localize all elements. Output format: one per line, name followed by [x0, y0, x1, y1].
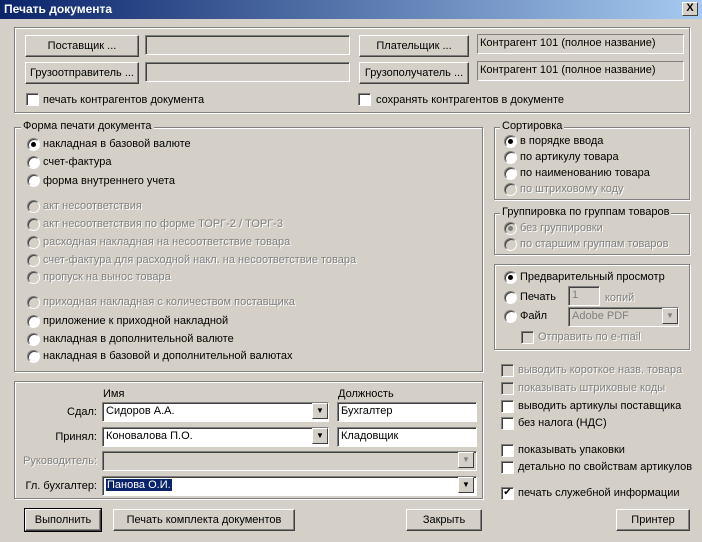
shipper-field[interactable]	[145, 62, 350, 82]
file-radio[interactable]	[504, 310, 517, 323]
position-header: Должность	[338, 388, 394, 400]
form-option-8: пропуск на вынос товара	[43, 271, 171, 283]
received-position-field[interactable]: Кладовщик	[337, 427, 477, 447]
form-radio-9[interactable]	[27, 296, 40, 309]
grouping-radio-1[interactable]	[504, 222, 517, 235]
form-radio-3[interactable]	[27, 174, 40, 187]
show-packs-label: показывать упаковки	[518, 444, 625, 456]
form-option-12: накладная в базовой и дополнительной вал…	[43, 350, 293, 362]
form-radio-4[interactable]	[27, 200, 40, 213]
barcodes-checkbox[interactable]	[501, 382, 514, 395]
print-form-legend: Форма печати документа	[21, 120, 154, 132]
form-radio-5[interactable]	[27, 218, 40, 231]
print-radio[interactable]	[504, 291, 517, 304]
form-option-6: расходная накладная на несоответствие то…	[43, 236, 291, 248]
printer-button[interactable]: Принтер	[616, 509, 690, 531]
form-option-1: накладная в базовой валюте	[43, 138, 191, 150]
row-label-received: Принял:	[55, 431, 97, 443]
form-option-4: акт несоответствия	[43, 200, 142, 212]
sort-option-4: по штриховому коду	[520, 183, 624, 195]
director-dropdown-icon[interactable]: ▼	[458, 452, 474, 468]
sort-radio-2[interactable]	[504, 151, 517, 164]
chief-accountant-select[interactable]: Панова О.И.	[102, 476, 477, 496]
file-format-dropdown-icon[interactable]: ▼	[662, 308, 678, 324]
preview-radio[interactable]	[504, 271, 517, 284]
form-option-5: акт несоответствия по форме ТОРГ-2 / ТОР…	[43, 218, 283, 230]
handed-name-select[interactable]: Сидоров А.А.	[102, 402, 329, 422]
short-name-label: выводить короткое назв. товара	[518, 364, 683, 376]
consignee-button[interactable]: Грузополучатель ...	[359, 62, 469, 84]
form-radio-1[interactable]	[27, 138, 40, 151]
payer-field: Контрагент 101 (полное название)	[477, 34, 684, 54]
send-email-checkbox[interactable]	[521, 331, 534, 344]
show-packs-checkbox[interactable]	[501, 444, 514, 457]
chief-accountant-dropdown-icon[interactable]: ▼	[458, 477, 474, 493]
sort-radio-1[interactable]	[504, 135, 517, 148]
payer-button[interactable]: Плательщик ...	[359, 35, 469, 57]
sort-legend: Сортировка	[500, 120, 565, 132]
no-vat-checkbox[interactable]	[501, 417, 514, 430]
supplier-articles-checkbox[interactable]	[501, 400, 514, 413]
handed-dropdown-icon[interactable]: ▼	[312, 403, 328, 419]
no-vat-label: без налога (НДС)	[518, 417, 607, 429]
save-parties-checkbox[interactable]	[358, 93, 371, 106]
supplier-field[interactable]	[145, 35, 350, 55]
execute-button[interactable]: Выполнить	[24, 508, 102, 532]
form-radio-2[interactable]	[27, 156, 40, 169]
window-title: Печать документа	[4, 2, 113, 16]
form-option-7: счет-фактура для расходной накл. на несо…	[43, 254, 357, 266]
form-option-11: накладная в дополнительной валюте	[43, 333, 234, 345]
director-name-select[interactable]	[102, 451, 477, 471]
print-service-info-checkbox[interactable]: ✔	[501, 487, 514, 500]
received-name-select[interactable]: Коновалова П.О.	[102, 427, 329, 447]
file-label: Файл	[520, 310, 548, 322]
preview-label: Предварительный просмотр	[520, 271, 665, 283]
form-radio-6[interactable]	[27, 236, 40, 249]
form-option-3: форма внутреннего учета	[43, 175, 175, 187]
supplier-button[interactable]: Поставщик ...	[25, 35, 139, 57]
send-email-label: Отправить по e-mail	[538, 331, 641, 343]
print-parties-label: печать контрагентов документа	[43, 94, 205, 106]
sort-option-3: по наименованию товара	[520, 167, 650, 179]
supplier-articles-label: выводить артикулы поставщика	[518, 400, 682, 412]
form-option-10: приложение к приходной накладной	[43, 315, 229, 327]
copies-field[interactable]: 1	[568, 286, 600, 306]
print-set-button[interactable]: Печать комплекта документов	[113, 509, 295, 531]
save-parties-label: сохранять контрагентов в документе	[376, 94, 565, 106]
short-name-checkbox[interactable]	[501, 364, 514, 377]
print-parties-checkbox[interactable]	[26, 93, 39, 106]
consignee-field: Контрагент 101 (полное название)	[477, 61, 684, 81]
close-window-button[interactable]: X	[682, 2, 698, 16]
by-article-props-checkbox[interactable]	[501, 461, 514, 474]
print-service-info-label: печать служебной информации	[518, 487, 680, 499]
grouping-radio-2[interactable]	[504, 238, 517, 251]
close-button[interactable]: Закрыть	[406, 509, 482, 531]
form-option-9: приходная накладная с количеством постав…	[43, 296, 295, 308]
handed-position-field[interactable]: Бухгалтер	[337, 402, 477, 422]
sort-option-1: в порядке ввода	[520, 135, 604, 147]
form-radio-8[interactable]	[27, 271, 40, 284]
form-radio-12[interactable]	[27, 350, 40, 363]
grouping-option-1: без группировки	[520, 222, 603, 234]
barcodes-label: показывать штриховые коды	[518, 382, 666, 394]
by-article-props-label: детально по свойствам артикулов	[518, 461, 693, 473]
row-label-chief-accountant: Гл. бухгалтер:	[25, 480, 97, 492]
copies-label: копий	[605, 292, 635, 304]
row-label-director: Руководитель:	[23, 455, 97, 467]
grouping-option-2: по старшим группам товаров	[520, 238, 669, 250]
form-radio-7[interactable]	[27, 254, 40, 267]
received-dropdown-icon[interactable]: ▼	[312, 428, 328, 444]
grouping-legend: Группировка по группам товаров	[500, 206, 672, 218]
form-radio-11[interactable]	[27, 333, 40, 346]
form-option-2: счет-фактура	[43, 156, 112, 168]
chief-accountant-value: Панова О.И.	[106, 479, 172, 491]
sort-radio-4[interactable]	[504, 183, 517, 196]
sort-radio-3[interactable]	[504, 167, 517, 180]
sort-option-2: по артикулу товара	[520, 151, 619, 163]
shipper-button[interactable]: Грузоотправитель ...	[25, 62, 139, 84]
name-header: Имя	[103, 388, 125, 400]
print-label: Печать	[520, 291, 557, 303]
form-radio-10[interactable]	[27, 315, 40, 328]
row-label-handed: Сдал:	[67, 406, 97, 418]
